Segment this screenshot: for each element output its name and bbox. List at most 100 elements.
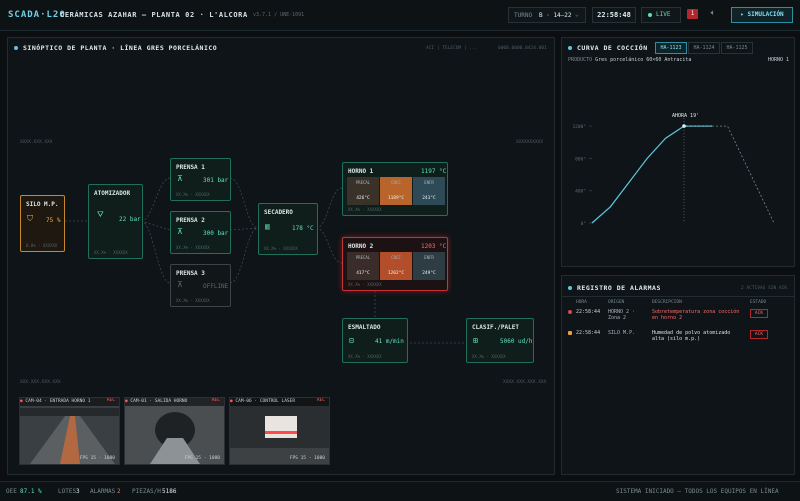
- node-sub: XX.X% · XXXXXX: [176, 298, 210, 303]
- node-prensa-2[interactable]: PRENSA 2 ⊼ 300 bar XX.X% · XXXXXX: [170, 211, 231, 254]
- node-esmaltado[interactable]: ESMALTADO ⊟ 41 m/min XX.X% · XXXXXX: [342, 318, 408, 363]
- app-logo: SCADA·L20: [8, 10, 66, 20]
- rec-label: REC: [106, 398, 115, 403]
- node-title: PRENSA 3: [176, 270, 205, 277]
- node-prensa-3[interactable]: PRENSA 3 ⊼ OFFLINE XX.X% · XXXXXX: [170, 264, 231, 307]
- zone-cocc: COCC 1202°C: [380, 252, 412, 280]
- ack-button[interactable]: ACK: [750, 309, 768, 318]
- camera-feed-3[interactable]: ● CAM-06 · CONTROL LASER REC FPS 15 · 10…: [229, 397, 330, 465]
- alarm-time: 22:58:44: [576, 330, 601, 336]
- version-label: v3.7.1 / UNE-1091: [253, 12, 305, 18]
- alarm-origin: HORNO 2 · Zona 2: [608, 309, 636, 321]
- node-horno-1[interactable]: HORNO 1 1197 °C PRECAL 426°C COCC 1189°C E…: [342, 162, 448, 216]
- node-value: 1203 °C: [421, 243, 447, 250]
- node-sub: XX.X% · XXXXXX: [348, 282, 382, 287]
- node-atomizador[interactable]: ATOMIZADOR ⛛ 22 bar XX.X% · XXXXXX: [88, 184, 143, 259]
- alarm-severity-icon: [568, 331, 572, 335]
- curve-title-text: CURVA DE COCCIÓN: [577, 44, 648, 52]
- press-icon: ⊼: [177, 227, 183, 236]
- node-sub: XX.X% · XXXXXX: [472, 354, 506, 359]
- atomizer-icon: ⛛: [97, 210, 104, 219]
- col-descripcion: DESCRIPCIÓN: [652, 300, 682, 305]
- shift-label: TURNO: [514, 12, 533, 19]
- alarm-row-2[interactable]: 22:58:44 SILO M.P. Humedad de polvo atom…: [562, 328, 794, 348]
- y-tick-label: 0°: [581, 221, 587, 227]
- dryer-icon: ▥: [265, 222, 270, 231]
- alarms-count: 2 ACTIVAS SIN ACK: [741, 286, 788, 291]
- node-title: CLASIF./PALET: [472, 324, 519, 331]
- status-message: SISTEMA INICIADO — TODOS LOS EQUIPOS EN …: [616, 488, 779, 495]
- zone-value: 1189°C: [387, 196, 405, 201]
- ack-button[interactable]: ACK: [750, 330, 768, 339]
- node-clasif[interactable]: CLASIF./PALET ⊞ 5060 ud/h XX.X% · XXXXXX: [466, 318, 534, 363]
- alarm-count-badge[interactable]: 1: [687, 9, 698, 19]
- clock: 22:58:48: [592, 7, 636, 23]
- oee-value: 87.1 %: [20, 488, 42, 495]
- camera-header: ● CAM-01 · SALIDA HORNO: [125, 398, 224, 406]
- rec-label: REC: [211, 398, 220, 403]
- alarm-row-1[interactable]: 22:58:44 HORNO 2 · Zona 2 Sobretemperatu…: [562, 307, 794, 327]
- node-value: 75 %: [46, 217, 61, 224]
- zone-label: ENFR: [424, 180, 434, 185]
- alarms-panel: REGISTRO DE ALARMAS 2 ACTIVAS SIN ACK HO…: [561, 275, 795, 475]
- camera-image: [125, 398, 224, 464]
- live-dot-icon: [648, 12, 652, 17]
- camera-feed-2[interactable]: ● CAM-01 · SALIDA HORNO REC FPS 15 · 108…: [124, 397, 225, 465]
- col-hora: HORA: [576, 300, 587, 305]
- node-sub: XX.X% · XXXXXX: [348, 354, 382, 359]
- node-title: ESMALTADO: [348, 324, 381, 331]
- piezas-label: PIEZAS/H: [132, 488, 161, 495]
- alarm-time: 22:58:44: [576, 309, 601, 315]
- synoptic-panel: SINÓPTICO DE PLANTA · LÍNEA GRES PORCELÁ…: [7, 37, 555, 475]
- piezas-value: 5186: [162, 488, 177, 495]
- camera-label: ENTRADA HORNO 1: [49, 399, 91, 404]
- alarms-title: REGISTRO DE ALARMAS: [568, 284, 661, 292]
- rec-label: REC: [316, 398, 325, 403]
- zone-cocc: COCC 1189°C: [380, 177, 412, 205]
- glaze-icon: ⊟: [349, 336, 354, 345]
- camera-image: [230, 398, 329, 464]
- camera-feed-1[interactable]: ● CAM-04 · ENTRADA HORNO 1 REC FPS 15 · …: [19, 397, 120, 465]
- panel-dot-icon: [568, 286, 572, 290]
- col-estado: ESTADO: [750, 300, 767, 305]
- zone-label: COCC: [391, 255, 401, 260]
- pallet-icon: ⊞: [473, 336, 478, 345]
- top-bar: SCADA·L20 CERÁMICAS AZAHAR — PLANTA 02 ·…: [0, 0, 800, 31]
- node-sub: XX.X% · XXXXXX: [94, 250, 128, 255]
- curve-tab-1[interactable]: HA-1123: [655, 42, 687, 54]
- node-silo[interactable]: SILO M.P. ⛉ 75 % 0.0% · XXXXXX: [20, 195, 65, 252]
- lotes-label: LOTES: [58, 488, 77, 495]
- node-prensa-1[interactable]: PRENSA 1 ⊼ 301 bar XX.X% · XXXXXX: [170, 158, 231, 201]
- camera-fps: FPS 15 · 1080: [79, 456, 115, 461]
- zone-precal: PRECAL 417°C: [347, 252, 379, 280]
- curve-tab-3[interactable]: HA-1125: [721, 42, 753, 54]
- zone-value: 1202°C: [387, 271, 405, 276]
- curve-tab-2[interactable]: HA-1124: [688, 42, 720, 54]
- zone-value: 249°C: [422, 271, 436, 276]
- camera-id: CAM-06: [235, 399, 252, 404]
- speaker-icon[interactable]: 🔈︎: [705, 8, 721, 20]
- node-value: 301 bar: [203, 177, 229, 184]
- node-secadero[interactable]: SECADERO ▥ 178 °C XX.X% · XXXXXX: [258, 203, 318, 255]
- shift-selector[interactable]: TURNO B · 14–22 ⌄: [508, 7, 586, 23]
- y-tick-label: 1200°: [572, 124, 586, 130]
- camera-id: CAM-04: [25, 399, 42, 404]
- product-value: Gres porcelánico 60×60 Antracita: [595, 57, 692, 63]
- node-value: 41 m/min: [375, 338, 404, 345]
- divider: [562, 296, 794, 297]
- zone-precal: PRECAL 426°C: [347, 177, 379, 205]
- zone-value: 426°C: [356, 196, 370, 201]
- live-indicator[interactable]: LIVE: [641, 7, 681, 23]
- node-title: PRENSA 2: [176, 217, 205, 224]
- alarm-desc: Humedad de polvo atomizado alta (silo m.…: [652, 330, 731, 342]
- node-title: SILO M.P.: [26, 201, 59, 208]
- node-horno-2[interactable]: HORNO 2 1203 °C PRECAL 417°C COCC 1202°C E…: [342, 237, 448, 291]
- zone-value: 243°C: [422, 196, 436, 201]
- node-sub: XX.X% · XXXXXX: [348, 207, 382, 212]
- now-marker-label: AHORA 19': [672, 113, 700, 119]
- zone-label: COCC: [391, 180, 401, 185]
- simulation-button[interactable]: ▸ SIMULACIÓN: [731, 7, 793, 23]
- zone-label: ENFR: [424, 255, 434, 260]
- firing-curve-chart: 1200° 800° 400° 0°: [572, 118, 775, 227]
- col-origen: ORIGEN: [608, 300, 625, 305]
